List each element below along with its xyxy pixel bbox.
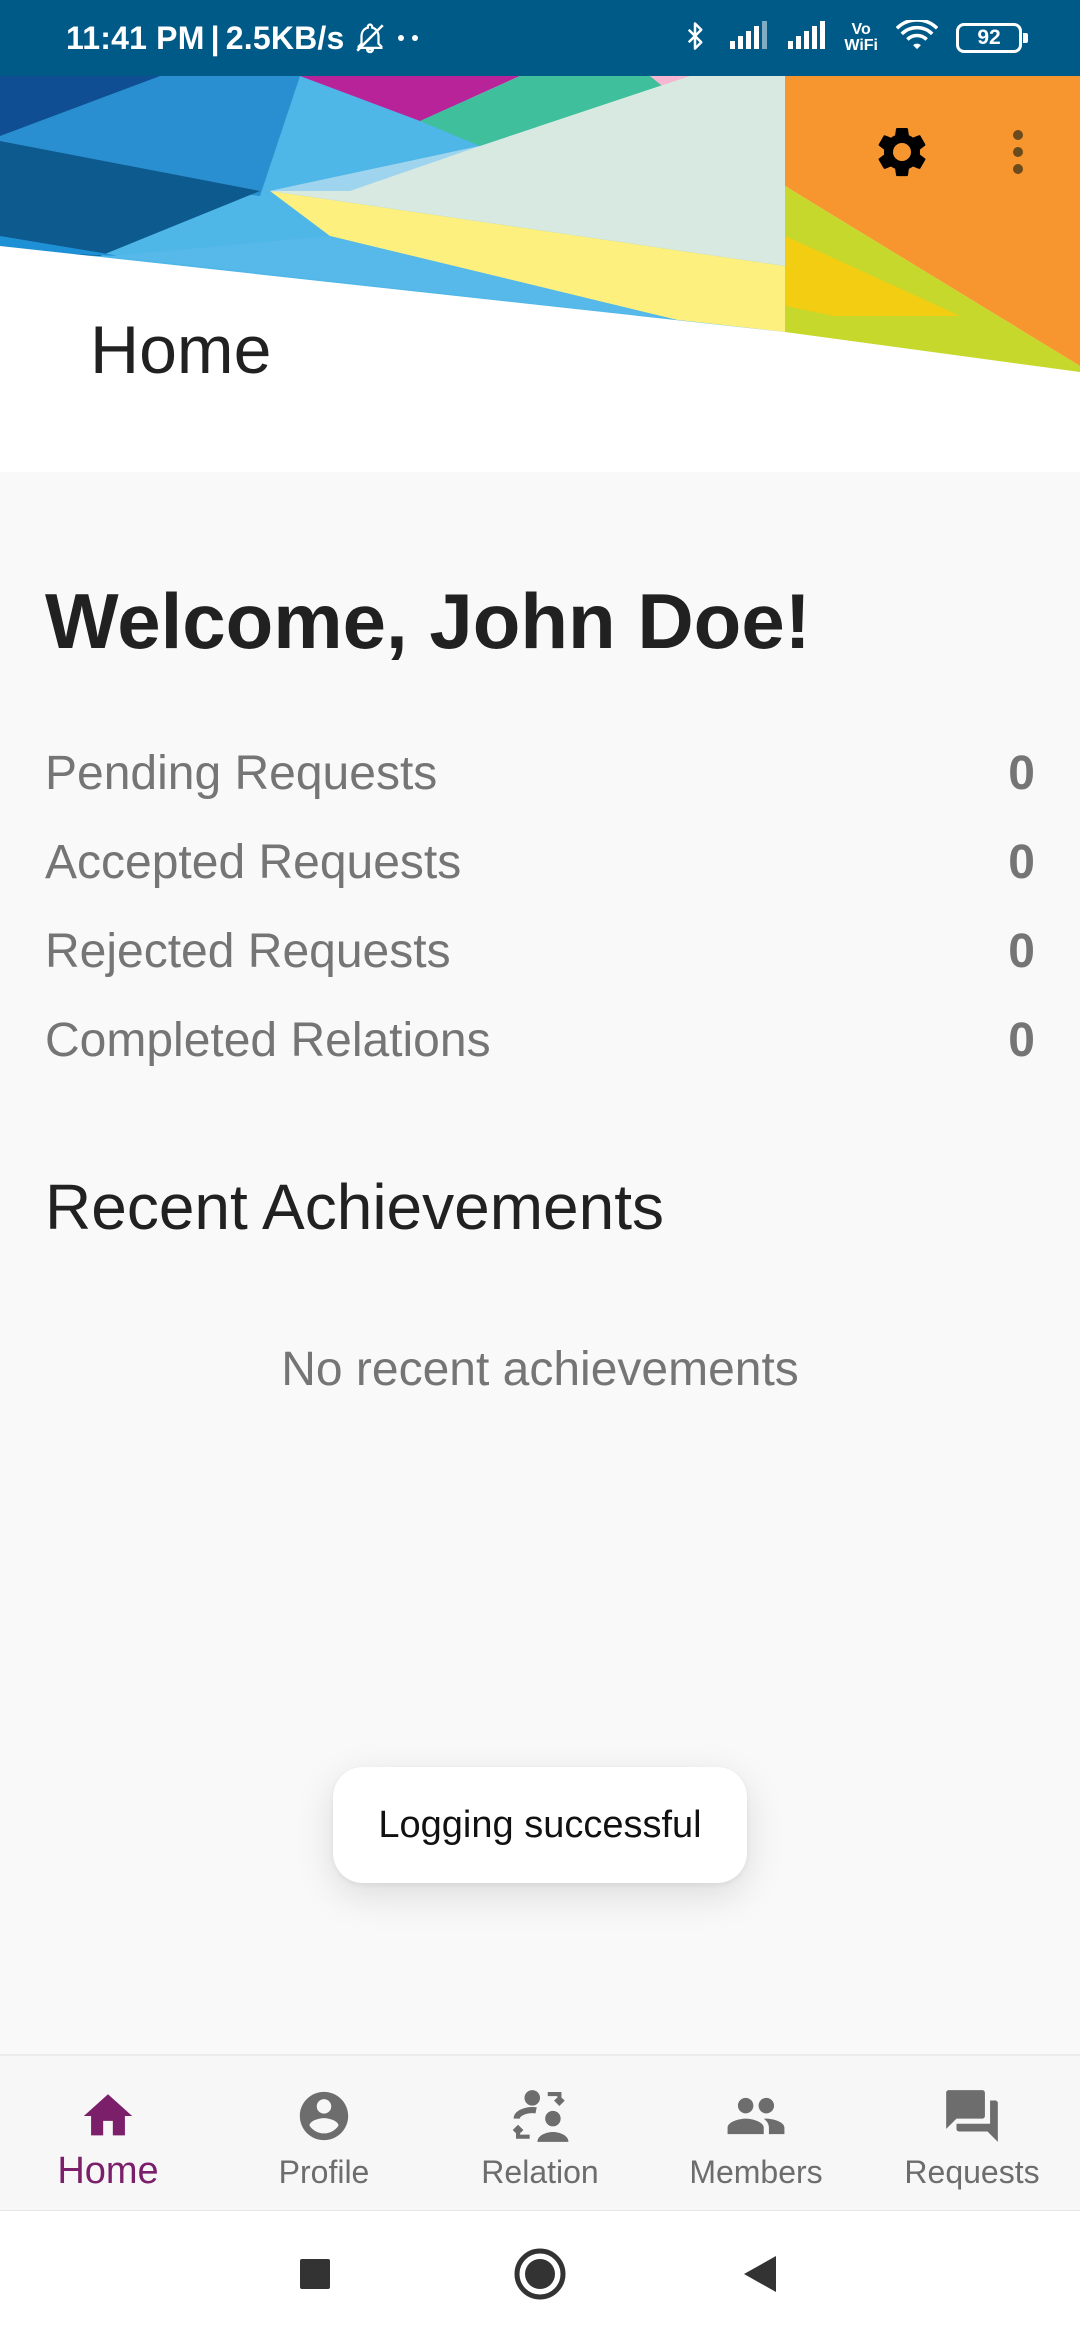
stat-label: Pending Requests bbox=[45, 746, 438, 800]
account-circle-icon bbox=[295, 2086, 353, 2146]
vowifi-icon: Vo WiFi bbox=[844, 22, 878, 54]
nav-label: Home bbox=[57, 2150, 159, 2192]
app-header: Home bbox=[0, 76, 1080, 472]
nav-label: Profile bbox=[278, 2154, 370, 2190]
nav-item-requests[interactable]: Requests bbox=[864, 2056, 1080, 2212]
back-triangle-icon bbox=[742, 2254, 778, 2299]
bottom-navigation: Home Profile Relation Members Requests bbox=[0, 2054, 1080, 2212]
stat-row-accepted: Accepted Requests 0 bbox=[45, 827, 1035, 897]
more-dots-icon bbox=[395, 33, 423, 43]
group-icon bbox=[725, 2086, 787, 2146]
home-icon bbox=[79, 2086, 137, 2146]
vowifi-top: Vo bbox=[851, 21, 871, 38]
battery-icon: 92 bbox=[956, 23, 1028, 53]
welcome-heading: Welcome, John Doe! bbox=[45, 577, 811, 665]
status-left: 11:41 PM | 2.5KB/s bbox=[66, 0, 423, 76]
system-navigation-bar bbox=[0, 2210, 1080, 2341]
stat-row-rejected: Rejected Requests 0 bbox=[45, 916, 1035, 986]
back-button[interactable] bbox=[700, 2211, 820, 2341]
status-net-speed: 2.5KB/s bbox=[225, 19, 345, 56]
nav-item-relation[interactable]: Relation bbox=[432, 2056, 648, 2212]
stat-row-pending: Pending Requests 0 bbox=[45, 738, 1035, 808]
toast-message: Logging successful bbox=[333, 1767, 747, 1883]
vowifi-bottom: WiFi bbox=[844, 37, 878, 54]
recents-square-icon bbox=[298, 2257, 332, 2296]
mute-notification-icon bbox=[353, 21, 387, 55]
wifi-icon bbox=[895, 17, 939, 57]
recents-button[interactable] bbox=[255, 2211, 375, 2341]
stat-value: 0 bbox=[1008, 746, 1035, 800]
stat-label: Accepted Requests bbox=[45, 835, 462, 889]
nav-item-profile[interactable]: Profile bbox=[216, 2056, 432, 2212]
stat-value: 0 bbox=[1008, 1013, 1035, 1067]
nav-item-members[interactable]: Members bbox=[648, 2056, 864, 2212]
stat-value: 0 bbox=[1008, 835, 1035, 889]
status-separator: | bbox=[210, 19, 220, 56]
stat-value: 0 bbox=[1008, 924, 1035, 978]
nav-label: Requests bbox=[904, 2154, 1040, 2190]
stat-label: Rejected Requests bbox=[45, 924, 451, 978]
settings-button[interactable] bbox=[868, 120, 936, 188]
nav-label: Relation bbox=[481, 2154, 599, 2190]
section-title-achievements: Recent Achievements bbox=[45, 1171, 664, 1243]
nav-item-home[interactable]: Home bbox=[0, 2056, 216, 2212]
empty-state-text: No recent achievements bbox=[281, 1343, 799, 1396]
system-home-button[interactable] bbox=[480, 2211, 600, 2341]
gear-icon bbox=[872, 122, 932, 187]
forum-icon bbox=[941, 2086, 1003, 2146]
status-right: Vo WiFi 92 bbox=[680, 0, 1028, 76]
bluetooth-icon bbox=[680, 18, 710, 59]
page-title: Home bbox=[90, 312, 272, 388]
status-bar: 11:41 PM | 2.5KB/s Vo WiFi 92 bbox=[0, 0, 1080, 76]
more-options-button[interactable] bbox=[990, 120, 1046, 188]
stat-row-completed: Completed Relations 0 bbox=[45, 1005, 1035, 1075]
signal-icon bbox=[728, 20, 768, 56]
relation-swap-icon bbox=[509, 2086, 571, 2146]
status-time: 11:41 PM bbox=[66, 19, 205, 56]
toast-text: Logging successful bbox=[378, 1803, 702, 1846]
stat-label: Completed Relations bbox=[45, 1013, 491, 1067]
battery-level: 92 bbox=[977, 26, 1001, 49]
more-vertical-icon bbox=[1011, 128, 1025, 181]
nav-label: Members bbox=[689, 2154, 823, 2190]
home-circle-icon bbox=[513, 2247, 567, 2306]
signal-icon bbox=[786, 20, 826, 56]
